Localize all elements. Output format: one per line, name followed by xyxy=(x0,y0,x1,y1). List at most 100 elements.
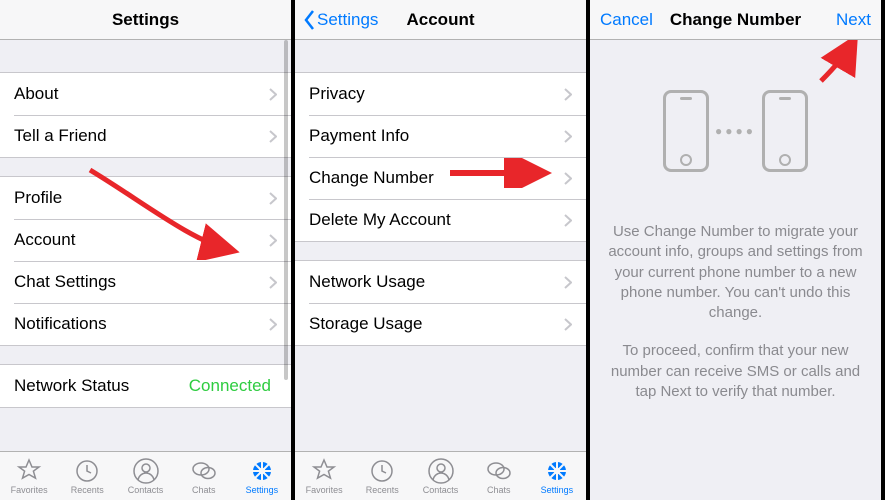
chevron-right-icon xyxy=(564,88,572,101)
tab-bar: Favorites Recents Contacts Chats Settings xyxy=(0,451,291,500)
cancel-label: Cancel xyxy=(600,10,653,30)
row-label: Chat Settings xyxy=(14,272,269,292)
row-label: Change Number xyxy=(309,168,564,188)
row-storage-usage[interactable]: Storage Usage xyxy=(295,303,586,345)
tab-label: Contacts xyxy=(128,485,164,495)
row-label: About xyxy=(14,84,269,104)
row-label: Notifications xyxy=(14,314,269,334)
tab-contacts[interactable]: Contacts xyxy=(411,452,469,500)
navbar-title: Settings xyxy=(112,10,179,30)
tab-label: Settings xyxy=(246,485,279,495)
row-network-status: Network StatusConnected xyxy=(0,365,291,407)
row-label: Storage Usage xyxy=(309,314,564,334)
row-about[interactable]: About xyxy=(0,73,291,115)
row-account[interactable]: Account xyxy=(0,219,291,261)
chevron-right-icon xyxy=(269,234,277,247)
chats-icon xyxy=(191,458,217,484)
content-area: Privacy Payment Info Change Number Delete M… xyxy=(295,40,586,451)
row-label: Delete My Account xyxy=(309,210,564,230)
tab-chats[interactable]: Chats xyxy=(470,452,528,500)
navbar: Settings Account xyxy=(295,0,586,40)
row-tell-a-friend[interactable]: Tell a Friend xyxy=(0,115,291,157)
recents-icon xyxy=(369,458,395,484)
contacts-icon xyxy=(133,458,159,484)
tab-settings[interactable]: Settings xyxy=(528,452,586,500)
row-delete-my-account[interactable]: Delete My Account xyxy=(295,199,586,241)
row-profile[interactable]: Profile xyxy=(0,177,291,219)
tab-label: Recents xyxy=(71,485,104,495)
row-label: Privacy xyxy=(309,84,564,104)
row-change-number[interactable]: Change Number xyxy=(295,157,586,199)
row-privacy[interactable]: Privacy xyxy=(295,73,586,115)
contacts-icon xyxy=(428,458,454,484)
tab-label: Recents xyxy=(366,485,399,495)
chevron-right-icon xyxy=(269,192,277,205)
phone-icon xyxy=(663,90,709,172)
chevron-right-icon xyxy=(269,130,277,143)
tab-label: Contacts xyxy=(423,485,459,495)
chevron-left-icon xyxy=(303,10,315,30)
navbar: Cancel Change Number Next xyxy=(590,0,881,40)
navbar-title: Change Number xyxy=(670,10,801,30)
row-network-usage[interactable]: Network Usage xyxy=(295,261,586,303)
transfer-dots-icon: ●●●● xyxy=(715,124,756,138)
chats-icon xyxy=(486,458,512,484)
tab-recents[interactable]: Recents xyxy=(58,452,116,500)
navbar-title: Account xyxy=(407,10,475,30)
tab-settings[interactable]: Settings xyxy=(233,452,291,500)
screen-account: Settings Account Privacy Payment Info Chan… xyxy=(295,0,590,500)
row-notifications[interactable]: Notifications xyxy=(0,303,291,345)
tab-chats[interactable]: Chats xyxy=(175,452,233,500)
settings-group: Network StatusConnected xyxy=(0,364,291,408)
settings-icon xyxy=(544,458,570,484)
tab-recents[interactable]: Recents xyxy=(353,452,411,500)
phone-icon xyxy=(762,90,808,172)
navbar: Settings xyxy=(0,0,291,40)
favorites-icon xyxy=(311,458,337,484)
tab-bar: Favorites Recents Contacts Chats Settings xyxy=(295,451,586,500)
favorites-icon xyxy=(16,458,42,484)
tab-label: Favorites xyxy=(11,485,48,495)
chevron-right-icon xyxy=(564,172,572,185)
tab-favorites[interactable]: Favorites xyxy=(0,452,58,500)
content-area: About Tell a Friend Profile Account Chat Set… xyxy=(0,40,291,451)
chevron-right-icon xyxy=(564,214,572,227)
tab-contacts[interactable]: Contacts xyxy=(116,452,174,500)
tab-label: Favorites xyxy=(306,485,343,495)
tab-label: Settings xyxy=(541,485,574,495)
row-label: Payment Info xyxy=(309,126,564,146)
row-label: Account xyxy=(14,230,269,250)
row-value: Connected xyxy=(189,376,271,396)
info-paragraph-1: Use Change Number to migrate your accoun… xyxy=(600,222,871,323)
tab-favorites[interactable]: Favorites xyxy=(295,452,353,500)
tab-label: Chats xyxy=(192,485,216,495)
screen-change-number: Cancel Change Number Next ●●●● Use Chang… xyxy=(590,0,885,500)
scrollbar[interactable] xyxy=(284,40,288,380)
row-label: Profile xyxy=(14,188,269,208)
phones-illustration: ●●●● xyxy=(600,90,871,172)
tab-label: Chats xyxy=(487,485,511,495)
next-button[interactable]: Next xyxy=(836,10,871,30)
content-area: ●●●● Use Change Number to migrate your a… xyxy=(590,40,881,500)
row-label: Network Usage xyxy=(309,272,564,292)
settings-group: Privacy Payment Info Change Number Delete M… xyxy=(295,72,586,242)
chevron-right-icon xyxy=(269,276,277,289)
settings-icon xyxy=(249,458,275,484)
row-payment-info[interactable]: Payment Info xyxy=(295,115,586,157)
settings-group: About Tell a Friend xyxy=(0,72,291,158)
row-label: Tell a Friend xyxy=(14,126,269,146)
chevron-right-icon xyxy=(269,318,277,331)
recents-icon xyxy=(74,458,100,484)
row-chat-settings[interactable]: Chat Settings xyxy=(0,261,291,303)
row-label: Network Status xyxy=(14,376,189,396)
back-button[interactable]: Settings xyxy=(303,10,378,30)
settings-group: Profile Account Chat Settings Notifications xyxy=(0,176,291,346)
settings-group: Network Usage Storage Usage xyxy=(295,260,586,346)
screen-settings: Settings About Tell a Friend Profile Accoun… xyxy=(0,0,295,500)
cancel-button[interactable]: Cancel xyxy=(600,10,653,30)
chevron-right-icon xyxy=(564,276,572,289)
info-paragraph-2: To proceed, confirm that your new number… xyxy=(600,341,871,402)
next-label: Next xyxy=(836,10,871,29)
chevron-right-icon xyxy=(564,318,572,331)
back-label: Settings xyxy=(317,10,378,30)
